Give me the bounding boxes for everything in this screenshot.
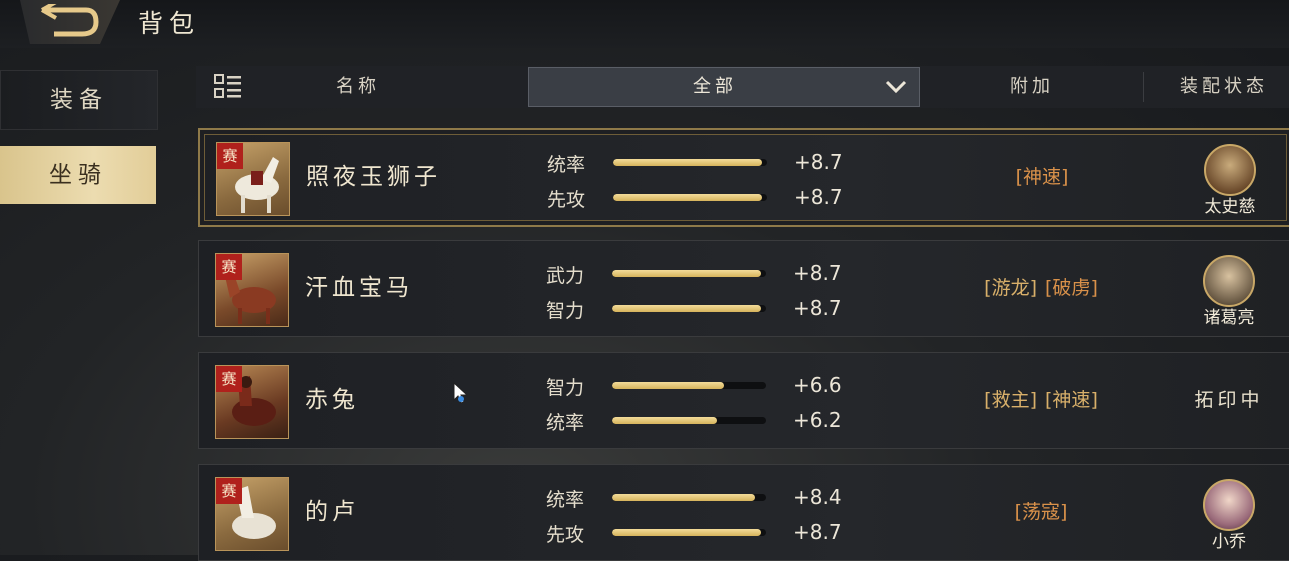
stat-label: 统率 [546, 412, 585, 434]
stat-bar [613, 159, 767, 166]
season-tag: 赛 [216, 366, 242, 392]
filter-value: 全部 [693, 76, 737, 97]
top-bar: 背包 [0, 0, 1289, 48]
sidebar-tab-mounts[interactable]: 坐骑 [0, 146, 156, 204]
skill-tag[interactable]: [游龙] [984, 277, 1037, 299]
page-title: 背包 [138, 9, 201, 38]
equip-status: 诸葛亮 [1181, 241, 1277, 336]
mount-row[interactable]: 赛 的卢 统率 +8.4 先攻 +8.7 [荡寇] 小乔 [198, 464, 1289, 561]
chevron-down-icon [885, 80, 907, 94]
season-tag: 赛 [216, 254, 242, 280]
stat-value: +6.6 [793, 373, 842, 397]
mount-row[interactable]: 赛 汗血宝马 武力 +8.7 智力 +8.7 [游龙] [破虏] 诸葛亮 [198, 240, 1289, 337]
imprinting-status: 拓印中 [1194, 389, 1264, 411]
stat-label: 统率 [547, 154, 586, 176]
back-arrow-icon [41, 4, 99, 37]
general-name: 小乔 [1212, 532, 1246, 552]
stat-label: 智力 [546, 300, 585, 322]
stat-value: +8.7 [794, 150, 843, 174]
mount-name: 照夜玉狮子 [306, 164, 441, 190]
mount-row[interactable]: 赛 照夜玉狮子 统率 +8.7 先攻 +8.7 [神速] 太史慈 [198, 128, 1289, 227]
general-avatar[interactable] [1203, 479, 1255, 531]
equip-status-column-header: 装配状态 [1180, 76, 1268, 97]
general-name: 太史慈 [1204, 197, 1256, 217]
equip-status: 拓印中 [1181, 353, 1277, 448]
mount-portrait: 赛 [216, 142, 290, 216]
stat-bar [612, 529, 766, 536]
mount-portrait: 赛 [215, 477, 289, 551]
sidebar-tab-equipment[interactable]: 装备 [0, 70, 158, 130]
skill-list: [神速] [942, 130, 1142, 225]
skill-tag[interactable]: [荡寇] [1015, 501, 1068, 523]
header-divider [1143, 72, 1144, 102]
mount-name: 的卢 [305, 499, 359, 525]
general-avatar[interactable] [1204, 144, 1256, 196]
stat-value: +8.4 [793, 485, 842, 509]
stat-label: 武力 [546, 265, 585, 287]
skill-list: [荡寇] [941, 465, 1141, 560]
stat-label: 先攻 [546, 524, 585, 546]
stat-label: 统率 [546, 489, 585, 511]
skill-tag[interactable]: [神速] [1016, 166, 1069, 188]
stat-value: +8.7 [793, 296, 842, 320]
stat-bar [612, 382, 766, 389]
back-button[interactable] [20, 0, 120, 44]
mouse-cursor-icon [453, 382, 469, 404]
season-tag: 赛 [216, 478, 242, 504]
extra-column-header: 附加 [1010, 76, 1054, 97]
skill-tag[interactable]: [神速] [1045, 389, 1098, 411]
general-avatar[interactable] [1203, 255, 1255, 307]
name-column-header[interactable]: 名称 [336, 66, 380, 108]
stat-bar [612, 305, 766, 312]
stat-label: 智力 [546, 377, 585, 399]
skill-tag[interactable]: [破虏] [1045, 277, 1098, 299]
mount-name: 赤兔 [305, 387, 359, 413]
skill-tag[interactable]: [救主] [984, 389, 1037, 411]
list-view-icon[interactable] [214, 74, 242, 100]
mount-portrait: 赛 [215, 365, 289, 439]
filter-dropdown[interactable]: 全部 [528, 67, 920, 107]
stat-value: +8.7 [794, 185, 843, 209]
mount-portrait: 赛 [215, 253, 289, 327]
season-tag: 赛 [217, 143, 243, 169]
equip-status: 太史慈 [1182, 130, 1278, 225]
skill-list: [救主] [神速] [941, 353, 1141, 448]
stat-bar [612, 417, 766, 424]
table-header: 名称 全部 附加 装配状态 [196, 66, 1289, 108]
mount-name: 汗血宝马 [305, 275, 413, 301]
skill-list: [游龙] [破虏] [941, 241, 1141, 336]
mount-row[interactable]: 赛 赤兔 智力 +6.6 统率 +6.2 [救主] [神速] 拓印中 [198, 352, 1289, 449]
stat-label: 先攻 [547, 189, 586, 211]
stat-bar [612, 494, 766, 501]
stat-bar [612, 270, 766, 277]
stat-value: +6.2 [793, 408, 842, 432]
general-name: 诸葛亮 [1203, 308, 1255, 328]
stat-value: +8.7 [793, 261, 842, 285]
stat-bar [613, 194, 767, 201]
equip-status: 小乔 [1181, 465, 1277, 560]
stat-value: +8.7 [793, 520, 842, 544]
